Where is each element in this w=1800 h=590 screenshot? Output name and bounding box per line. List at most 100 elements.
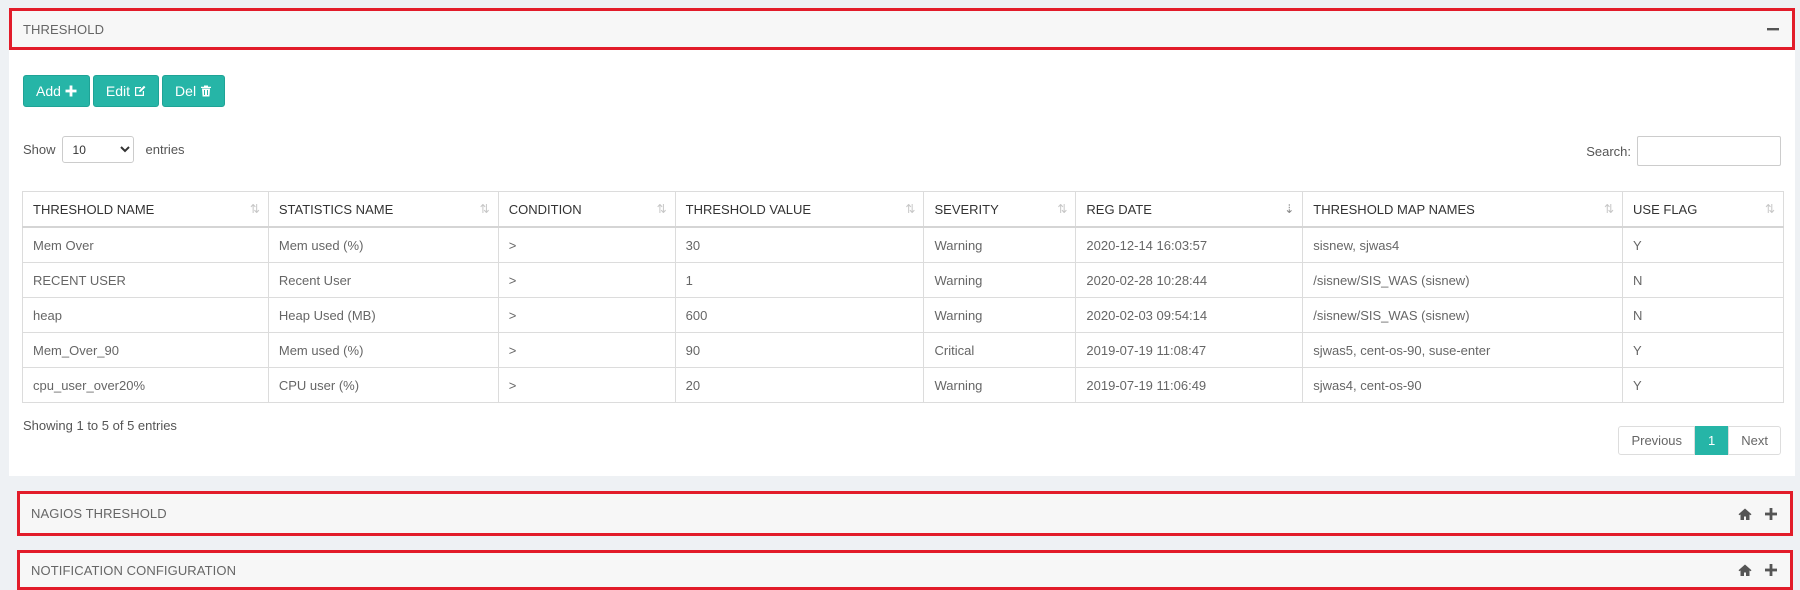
nagios-threshold-panel-header[interactable]: NAGIOS THRESHOLD [17,491,1793,536]
entries-label: entries [145,142,185,157]
add-button-label: Add [36,83,61,99]
table-cell: Mem_Over_90 [22,332,269,368]
sort-icon: ⇅ [656,202,667,216]
table-cell: 2019-07-19 11:08:47 [1075,332,1304,368]
table-cell: Heap Used (MB) [267,297,499,333]
column-header-label: REG DATE [1086,201,1152,217]
column-header[interactable]: CONDITION ⇅ [497,191,676,228]
column-header[interactable]: SEVERITY ⇅ [923,191,1077,228]
nagios-threshold-panel-title: NAGIOS THRESHOLD [31,506,167,521]
table-row[interactable]: Mem Over Mem used (%) >30 Warning 2020-12-14… [22,226,1784,263]
table-cell: Mem used (%) [267,332,499,368]
column-header[interactable]: THRESHOLD VALUE ⇅ [674,191,925,228]
table-cell: > [497,262,676,298]
table-cell: sjwas4, cent-os-90 [1302,367,1624,403]
notification-configuration-panel-header[interactable]: NOTIFICATION CONFIGURATION [17,550,1793,590]
column-header[interactable]: STATISTICS NAME ⇅ [267,191,499,228]
table-cell: Mem Over [22,226,269,263]
column-header-label: CONDITION [508,201,582,217]
table-cell: Mem used (%) [267,226,499,263]
table-cell: sisnew, sjwas4 [1302,226,1624,263]
table-cell: Recent User [267,262,499,298]
column-header-label: STATISTICS NAME [278,201,394,217]
edit-icon [135,85,146,96]
column-header-label: USE FLAG [1633,201,1698,217]
table-row[interactable]: heap Heap Used (MB) >600 Warning 2020-02-03 … [22,297,1784,333]
add-button[interactable]: Add [23,75,90,107]
plus-icon [65,85,77,97]
table-cell: CPU user (%) [267,367,499,403]
threshold-panel-header[interactable]: THRESHOLD [9,8,1795,50]
table-cell: Warning [923,297,1077,333]
table-cell: Critical [923,332,1077,368]
table-cell: /sisnew/SIS_WAS (sisnew) [1302,262,1624,298]
threshold-panel-body: Add Edit Del Show 10 entries Search: THR… [9,50,1795,476]
table-cell: 30 [674,226,925,263]
table-cell: Y [1622,332,1784,368]
table-cell: 2020-02-03 09:54:14 [1075,297,1304,333]
edit-button-label: Edit [105,83,131,99]
table-cell: > [497,226,676,263]
table-info: Showing 1 to 5 of 5 entries [23,418,177,433]
table-cell: Y [1622,226,1784,263]
column-header[interactable]: THRESHOLD MAP NAMES ⇅ [1302,191,1624,228]
table-cell: 2020-12-14 16:03:57 [1075,226,1304,263]
threshold-table: THRESHOLD NAME ⇅ STATISTICS NAME ⇅ CONDITI… [22,191,1784,403]
toolbar: Add Edit Del [23,75,226,107]
table-cell: > [497,367,676,403]
column-header[interactable]: REG DATE ⇣ [1075,191,1304,228]
column-header-label: THRESHOLD VALUE [685,201,812,217]
show-label: Show [23,142,56,157]
search-control: Search: [1586,136,1781,166]
table-cell: N [1622,297,1784,333]
page-1-button[interactable]: 1 [1695,426,1729,455]
sort-desc-icon: ⇣ [1284,202,1295,216]
table-row[interactable]: cpu_user_over20% CPU user (%) >20 Warning 20… [22,367,1784,403]
table-cell: 600 [674,297,925,333]
sort-icon: ⇅ [1057,202,1068,216]
edit-button[interactable]: Edit [92,75,160,107]
table-cell: Warning [923,367,1077,403]
table-cell: 2020-02-28 10:28:44 [1075,262,1304,298]
search-input[interactable] [1637,136,1781,166]
delete-button[interactable]: Del [162,75,226,107]
home-icon[interactable] [1738,507,1752,521]
home-icon[interactable] [1738,563,1752,577]
table-cell: 2019-07-19 11:06:49 [1075,367,1304,403]
minus-icon[interactable] [1766,22,1780,36]
column-header-label: SEVERITY [934,201,999,217]
table-cell: cpu_user_over20% [22,367,269,403]
trash-icon [201,85,212,97]
table-cell: N [1622,262,1784,298]
notification-configuration-panel-title: NOTIFICATION CONFIGURATION [31,562,237,578]
column-header-label: THRESHOLD MAP NAMES [1313,201,1475,217]
column-header[interactable]: USE FLAG ⇅ [1622,191,1784,228]
plus-icon[interactable] [1764,507,1778,521]
column-header-label: THRESHOLD NAME [33,201,155,217]
table-header-row: THRESHOLD NAME ⇅ STATISTICS NAME ⇅ CONDITI… [22,191,1784,228]
next-page-button[interactable]: Next [1728,426,1781,455]
plus-icon[interactable] [1764,563,1778,577]
search-label: Search: [1586,143,1631,159]
sort-icon: ⇅ [1603,202,1615,216]
table-row[interactable]: Mem_Over_90 Mem used (%) >90 Critical 2019-0… [22,332,1784,368]
pagination: Previous 1 Next [1618,426,1781,455]
page-length-control: Show 10 entries [23,136,185,163]
table-cell: Y [1622,367,1784,403]
column-header[interactable]: THRESHOLD NAME ⇅ [22,191,269,228]
threshold-panel-title: THRESHOLD [23,21,105,37]
page-length-select[interactable]: 10 [61,136,134,163]
sort-icon: ⇅ [249,202,260,216]
table-cell: sjwas5, cent-os-90, suse-enter [1302,332,1624,368]
table-cell: heap [22,297,269,333]
table-cell: 1 [674,262,925,298]
previous-page-button[interactable]: Previous [1618,426,1696,455]
table-cell: RECENT USER [22,262,269,298]
table-cell: Warning [923,262,1077,298]
sort-icon: ⇅ [479,202,490,216]
delete-button-label: Del [175,83,197,99]
table-row[interactable]: RECENT USER Recent User >1 Warning 2020-02-2… [22,262,1784,298]
table-cell: > [497,332,676,368]
sort-icon: ⇅ [1764,202,1775,216]
table-cell: > [497,297,676,333]
